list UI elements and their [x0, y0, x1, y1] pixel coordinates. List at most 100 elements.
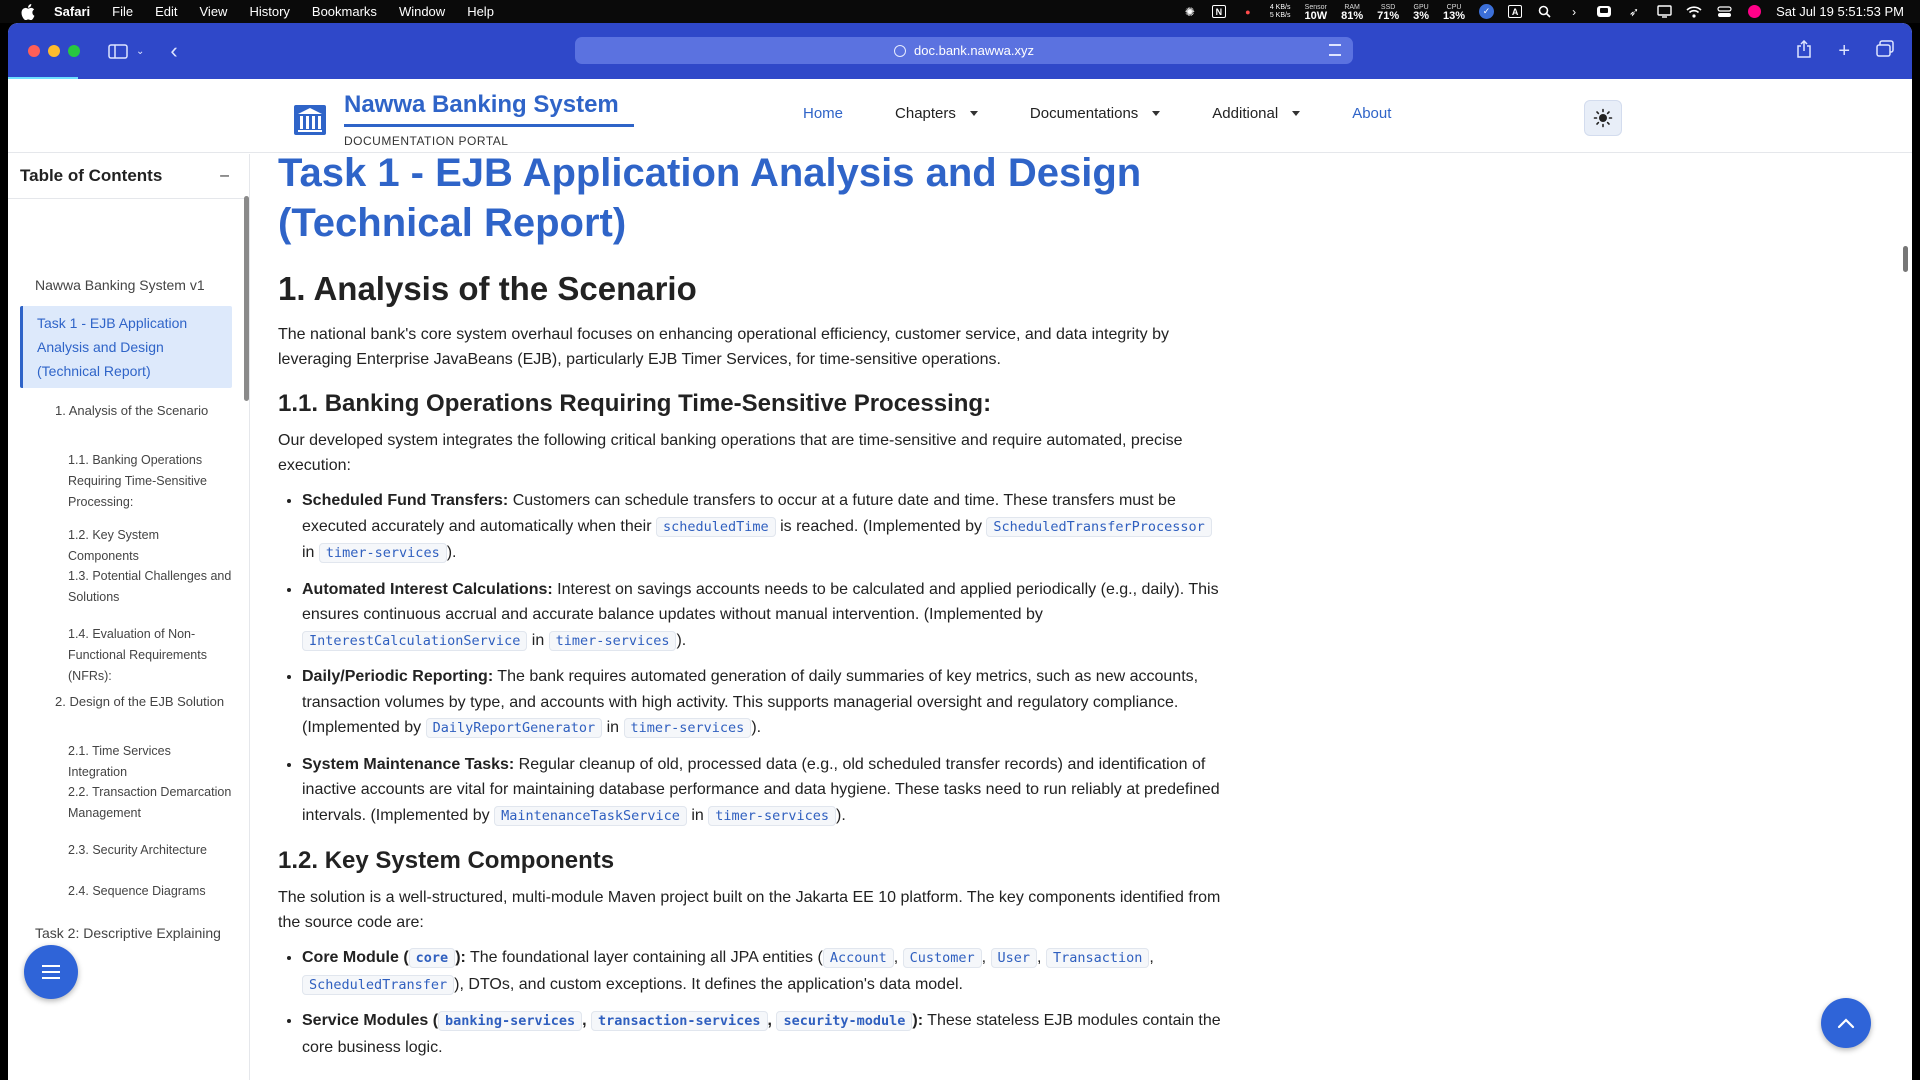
- toc-item-task1[interactable]: Task 1 - EJB Application Analysis and De…: [20, 306, 232, 388]
- menu-fab-button[interactable]: [24, 945, 78, 999]
- ram-value: 81%: [1341, 9, 1364, 22]
- menu-edit[interactable]: Edit: [155, 4, 177, 19]
- nav-about[interactable]: About: [1352, 105, 1391, 122]
- notion-icon[interactable]: N: [1211, 5, 1226, 18]
- toc-item-security[interactable]: 2.3. Security Architecture: [68, 840, 233, 861]
- menu-help[interactable]: Help: [467, 4, 494, 19]
- code-inline: User: [990, 948, 1038, 968]
- ssd-stat[interactable]: SSD 71%: [1377, 3, 1399, 22]
- menu-icon-bar: [42, 965, 60, 967]
- toc-collapse-button[interactable]: –: [220, 167, 229, 185]
- nav-documentations[interactable]: Documentations: [1029, 105, 1161, 122]
- ram-stat[interactable]: RAM 81%: [1341, 3, 1364, 22]
- close-window-button[interactable]: [28, 45, 40, 57]
- components-list: Core Module (core): The foundational lay…: [278, 945, 1228, 1060]
- site-header: Nawwa Banking System DOCUMENTATION PORTA…: [8, 79, 1912, 153]
- item-text: is reached. (Implemented by: [775, 517, 987, 535]
- window-controls: [28, 45, 80, 57]
- toc-item-nfrs[interactable]: 1.4. Evaluation of Non-Functional Requir…: [68, 624, 233, 687]
- chevron-right-icon[interactable]: ›: [1566, 5, 1582, 19]
- control-center-icon[interactable]: [1716, 5, 1732, 19]
- sidebar-icon[interactable]: ⌄: [108, 43, 144, 59]
- heading-banking-ops: 1.1. Banking Operations Requiring Time-S…: [278, 390, 992, 417]
- chevron-down-icon[interactable]: ⌄: [136, 46, 144, 57]
- toc-item-banking-ops[interactable]: 1.1. Banking Operations Requiring Time-S…: [68, 450, 233, 513]
- separator: ,: [1149, 949, 1154, 966]
- toc-item-key-components[interactable]: 1.2. Key System Components: [68, 525, 233, 567]
- code-inline: Account: [822, 948, 894, 968]
- wifi-icon[interactable]: [1686, 5, 1702, 19]
- toc-item-system-v1[interactable]: Nawwa Banking System v1: [35, 273, 235, 297]
- nav-documentations-label: Documentations: [1029, 105, 1139, 122]
- site-brand[interactable]: Nawwa Banking System: [344, 91, 619, 119]
- toc-item-challenges[interactable]: 1.3. Potential Challenges and Solutions: [68, 566, 233, 608]
- toc-item-sequence-diagrams[interactable]: 2.4. Sequence Diagrams: [68, 881, 233, 902]
- nav-home[interactable]: Home: [803, 105, 843, 122]
- item-text: ).: [836, 806, 846, 824]
- nav-chapters[interactable]: Chapters: [895, 105, 978, 122]
- item-title: Service Modules (banking-services, trans…: [302, 1011, 923, 1031]
- network-stats[interactable]: 4 KB/s 5 KB/s: [1270, 4, 1291, 20]
- scroll-to-top-button[interactable]: [1821, 998, 1871, 1048]
- item-text: in: [602, 719, 624, 736]
- code-inline: Customer: [902, 948, 982, 968]
- nav-additional-label: Additional: [1212, 105, 1279, 122]
- new-tab-icon[interactable]: +: [1838, 40, 1850, 63]
- nav-about-label: About: [1352, 105, 1392, 122]
- heading-analysis: 1. Analysis of the Scenario: [278, 270, 697, 307]
- zoom-window-button[interactable]: [68, 45, 80, 57]
- item-text: in: [302, 544, 319, 561]
- menu-history[interactable]: History: [249, 4, 289, 19]
- sun-icon: [1593, 108, 1613, 128]
- address-bar[interactable]: doc.bank.nawwa.xyz: [575, 37, 1353, 64]
- checkmark-app-icon[interactable]: ✓: [1479, 4, 1495, 19]
- url-text[interactable]: doc.bank.nawwa.xyz: [914, 43, 1034, 58]
- input-source-icon[interactable]: A: [1508, 5, 1523, 18]
- feather-icon[interactable]: ➶: [1626, 5, 1642, 19]
- battery-icon[interactable]: [1596, 5, 1612, 19]
- profile-avatar-icon[interactable]: [1746, 5, 1762, 19]
- sensor-stat[interactable]: Sensor 10W: [1304, 3, 1328, 22]
- menu-bar: Safari File Edit View History Bookmarks …: [0, 0, 1920, 23]
- back-icon[interactable]: ‹: [170, 38, 177, 64]
- toc-item-transaction-demarcation[interactable]: 2.2. Transaction Demarcation Management: [68, 782, 233, 824]
- minimize-window-button[interactable]: [48, 45, 60, 57]
- toc-item-design[interactable]: 2. Design of the EJB Solution: [55, 690, 235, 714]
- cpu-stat[interactable]: CPU 13%: [1443, 3, 1465, 22]
- nav-additional[interactable]: Additional: [1212, 105, 1301, 122]
- search-icon[interactable]: [1536, 5, 1552, 19]
- display-icon[interactable]: [1656, 5, 1672, 19]
- toc-header: Table of Contents –: [8, 154, 249, 199]
- menu-view[interactable]: View: [200, 4, 228, 19]
- sensor-value: 10W: [1304, 9, 1328, 22]
- apple-icon[interactable]: [20, 3, 36, 20]
- list-item: Daily/Periodic Reporting: The bank requi…: [302, 664, 1228, 742]
- main-content: Task 1 - EJB Application Analysis and De…: [250, 154, 1912, 1080]
- theme-toggle-button[interactable]: [1584, 100, 1622, 136]
- toc-title: Table of Contents: [20, 166, 163, 185]
- page-scrollbar[interactable]: [1903, 246, 1908, 272]
- toc-item-time-services[interactable]: 2.1. Time Services Integration: [68, 741, 233, 783]
- menu-icon-bar: [42, 977, 60, 979]
- share-icon[interactable]: [1796, 39, 1812, 63]
- menu-app-safari[interactable]: Safari: [54, 4, 90, 19]
- menu-icon-bar: [42, 971, 60, 973]
- menubar-clock[interactable]: Sat Jul 19 5:51:53 PM: [1776, 4, 1904, 19]
- title-part: Core Module (: [302, 949, 409, 966]
- separator: ,: [1037, 949, 1046, 966]
- toc-item-analysis[interactable]: 1. Analysis of the Scenario: [55, 399, 235, 423]
- menu-file[interactable]: File: [112, 4, 133, 19]
- article: Task 1 - EJB Application Analysis and De…: [278, 154, 1228, 1070]
- tabs-overview-icon[interactable]: [1876, 40, 1894, 62]
- item-text: ).: [751, 719, 762, 736]
- intro-paragraph: The national bank's core system overhaul…: [278, 326, 1169, 368]
- bank-logo-icon[interactable]: [293, 102, 327, 135]
- menu-bookmarks[interactable]: Bookmarks: [312, 4, 377, 19]
- code-inline: scheduledTime: [655, 516, 776, 537]
- menu-window[interactable]: Window: [399, 4, 445, 19]
- gpu-stat[interactable]: GPU 3%: [1413, 3, 1429, 22]
- chatgpt-icon[interactable]: ✺: [1182, 5, 1198, 19]
- safari-window: ⌄ ‹ doc.bank.nawwa.xyz + Nawwa Banking S…: [8, 23, 1912, 1080]
- reader-icon[interactable]: [1329, 44, 1341, 56]
- toc-scrollbar[interactable]: [244, 196, 249, 401]
